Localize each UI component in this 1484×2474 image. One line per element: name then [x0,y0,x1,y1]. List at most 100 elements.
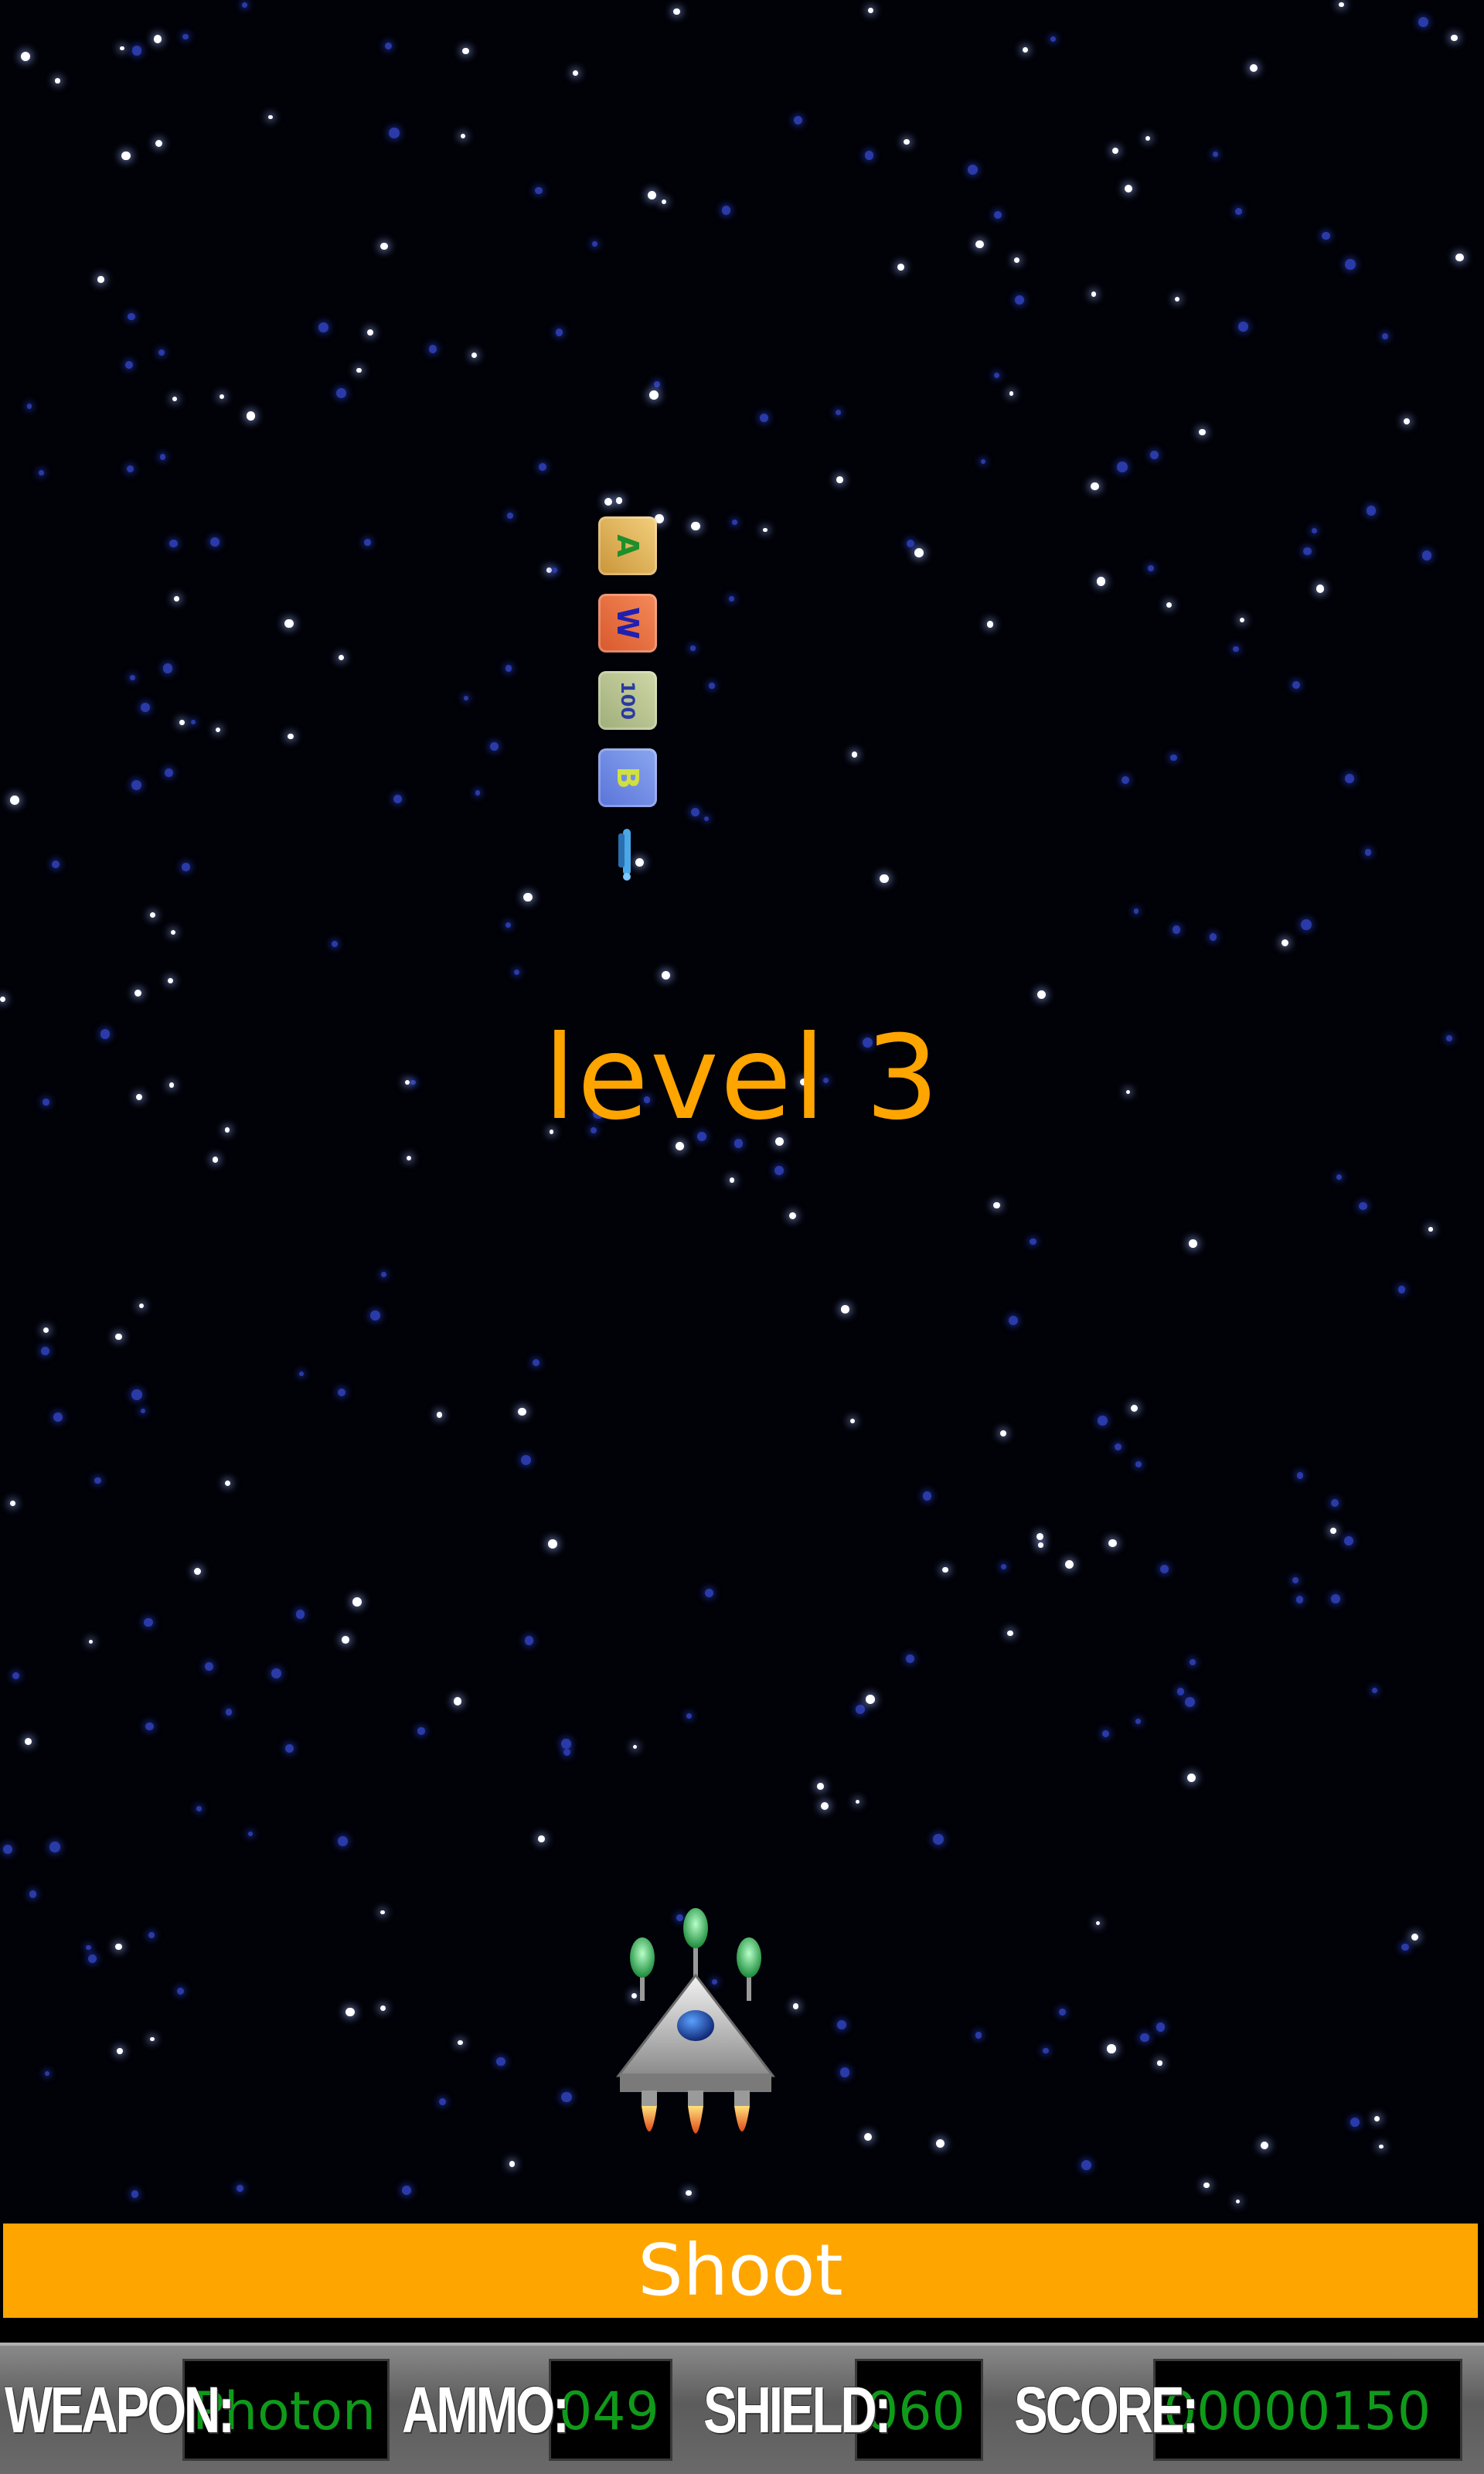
star [182,863,190,871]
star [1260,2141,1269,2149]
star [1186,1773,1196,1782]
star [153,35,162,43]
star [141,1408,146,1413]
pickup-ammo: A [598,516,657,575]
star [1199,428,1206,436]
star [159,454,165,460]
star [1108,1539,1117,1548]
star [1371,1687,1378,1694]
star [336,387,347,398]
star [649,390,659,400]
star [1301,918,1312,930]
star [897,263,904,271]
pickup-ammo-label: A [611,534,645,557]
star [1038,1542,1043,1548]
star [537,1835,545,1842]
star [1096,1920,1101,1925]
star [1367,506,1377,516]
star [1050,36,1056,43]
star [1343,1536,1353,1546]
star [1116,462,1128,473]
star [993,210,1002,219]
star [563,1748,570,1756]
star [1008,1315,1018,1325]
star [139,1303,145,1309]
star [721,206,730,215]
star [271,1668,282,1679]
star [1091,291,1097,297]
star [932,1834,944,1845]
star [524,1636,534,1645]
star [182,33,189,39]
star [49,1842,60,1852]
star [1121,775,1129,784]
star [170,930,175,935]
star [850,1419,856,1424]
star [43,1327,49,1334]
star [836,476,843,483]
star [115,1943,122,1951]
star [1102,1729,1110,1737]
star [1156,2022,1166,2032]
star [1096,577,1105,586]
star [190,719,196,724]
star [1173,925,1181,934]
star [548,1539,558,1549]
star [134,989,142,997]
star [94,1477,101,1484]
ammo-label: AMMO: [402,2373,570,2446]
star [463,695,468,700]
star [673,8,680,15]
star [225,1709,233,1716]
star [653,380,660,387]
star [393,794,403,804]
star [1059,2009,1067,2016]
star [44,2070,49,2076]
star [546,567,552,573]
star [839,2067,850,2078]
star [774,1165,784,1175]
star [1009,390,1014,396]
star [505,922,512,929]
star [89,1639,94,1644]
star [219,394,225,399]
star [55,78,60,83]
star [866,1694,875,1704]
star [851,751,858,758]
status-bar: WEAPON: Photon AMMO: 049 SHIELD: 060 SCO… [0,2343,1484,2474]
star [196,1805,203,1811]
star [284,1743,294,1753]
star [2,1844,13,1855]
star [1339,2,1344,8]
star [236,2184,243,2192]
star [561,2091,572,2103]
star [704,1588,713,1597]
star [51,860,60,868]
star [1336,1174,1343,1181]
star [506,512,513,520]
star [1029,1238,1036,1246]
star [1177,1688,1185,1695]
star [29,1890,37,1899]
star [342,1636,349,1644]
star [1001,1563,1007,1569]
star [332,940,339,947]
star [24,1738,32,1746]
star [364,539,371,546]
star [162,663,173,673]
shield-label: SHIELD: [703,2373,891,2446]
star [856,1704,866,1715]
star [124,360,134,370]
star [380,242,388,250]
star [1007,1630,1013,1637]
star [509,2161,516,2167]
star [864,150,874,160]
star [174,596,179,601]
star [155,139,162,148]
star [248,1832,254,1837]
star [144,1617,153,1627]
star [980,459,985,465]
shoot-button[interactable]: Shoot [3,2224,1478,2318]
star [1401,1943,1409,1951]
star [1098,1416,1108,1426]
